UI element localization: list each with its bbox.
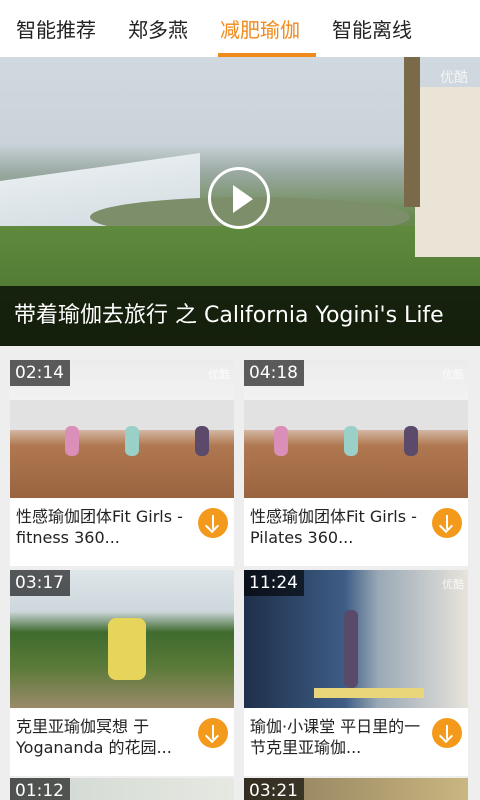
video-title: 克里亚瑜伽冥想 于 Yogananda 的花园... <box>16 717 172 757</box>
tab-smart-offline[interactable]: 智能离线 <box>332 14 412 43</box>
video-thumbnail: 02:14 优酷 <box>10 360 234 498</box>
video-card-partial[interactable]: 01:12 <box>10 778 234 800</box>
video-card[interactable]: 04:18 优酷 性感瑜伽团体Fit Girls - Pilates 360..… <box>244 360 468 566</box>
thumbnail-watermark: 优酷 <box>442 578 464 591</box>
tab-smart-recommend[interactable]: 智能推荐 <box>16 14 96 43</box>
video-thumbnail: 03:17 <box>10 570 234 708</box>
download-icon[interactable] <box>198 718 228 748</box>
video-duration: 02:14 <box>10 360 70 386</box>
video-card[interactable]: 02:14 优酷 性感瑜伽团体Fit Girls - fitness 360..… <box>10 360 234 566</box>
download-icon[interactable] <box>198 508 228 538</box>
video-duration: 04:18 <box>244 360 304 386</box>
video-card[interactable]: 03:17 克里亚瑜伽冥想 于 Yogananda 的花园... <box>10 570 234 776</box>
tab-bar: 智能推荐 郑多燕 减肥瑜伽 智能离线 <box>0 0 480 57</box>
featured-video-title: 带着瑜伽去旅行 之 California Yogini's Life <box>0 286 480 346</box>
video-duration: 03:21 <box>244 778 304 800</box>
hero-building <box>415 87 480 257</box>
video-card[interactable]: 11:24 优酷 瑜伽·小课堂 平日里的一节克里亚瑜伽... <box>244 570 468 776</box>
play-icon[interactable] <box>208 167 270 229</box>
hero-palm-tree <box>404 57 420 207</box>
video-duration: 01:12 <box>10 778 70 800</box>
video-card-partial[interactable]: 03:21 <box>244 778 468 800</box>
tab-weight-loss-yoga[interactable]: 减肥瑜伽 <box>220 14 300 43</box>
hero-watermark: 优酷 <box>440 70 468 86</box>
thumbnail-watermark: 优酷 <box>442 368 464 381</box>
video-duration: 11:24 <box>244 570 304 596</box>
video-thumbnail: 04:18 优酷 <box>244 360 468 498</box>
video-title: 性感瑜伽团体Fit Girls - Pilates 360... <box>250 507 417 547</box>
video-thumbnail: 11:24 优酷 <box>244 570 468 708</box>
thumbnail-watermark: 优酷 <box>208 368 230 381</box>
download-icon[interactable] <box>432 508 462 538</box>
tab-zheng-duoyan[interactable]: 郑多燕 <box>128 14 188 43</box>
video-duration: 03:17 <box>10 570 70 596</box>
video-title: 瑜伽·小课堂 平日里的一节克里亚瑜伽... <box>250 717 421 757</box>
download-icon[interactable] <box>432 718 462 748</box>
featured-video[interactable]: 优酷 带着瑜伽去旅行 之 California Yogini's Life <box>0 57 480 346</box>
video-title: 性感瑜伽团体Fit Girls - fitness 360... <box>16 507 183 547</box>
